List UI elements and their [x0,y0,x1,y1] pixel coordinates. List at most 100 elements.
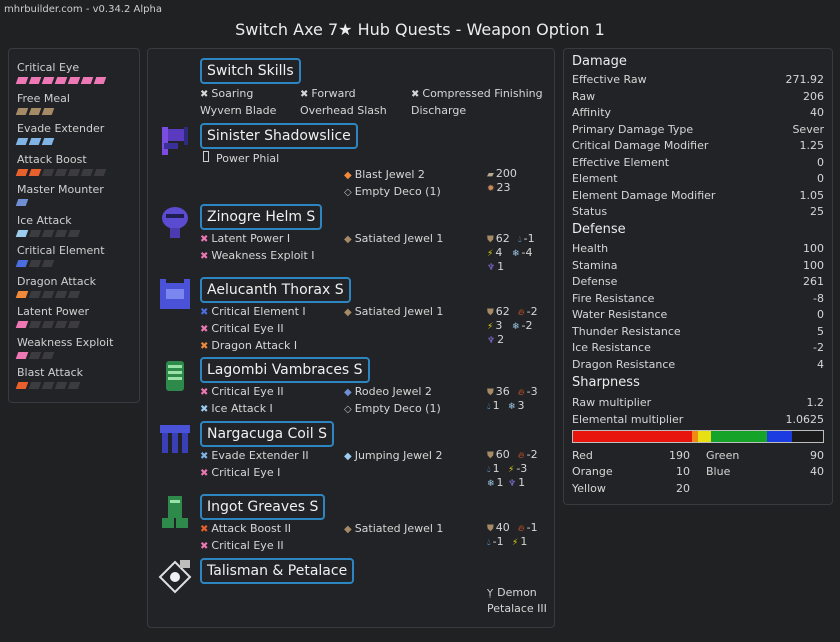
fire-icon: 🔥︎ [518,308,525,318]
skill-name: Master Mounter [17,183,104,196]
weapon-element-stat: ✹ 23 [487,181,511,194]
defense-stat-row: Defense 261 [572,275,824,288]
skill-entry[interactable]: Critical Element [15,244,105,267]
vambraces-deco-2[interactable]: ◇ Empty Deco (1) [344,402,441,415]
coil-title[interactable]: Nargacuga Coil S [200,421,334,447]
vambraces-skill-1: ✖ Critical Eye II [200,385,284,398]
talisman-title[interactable]: Talisman & Petalace [200,558,355,584]
sharpness-yellow: Yellow 20 [572,482,690,495]
version-label: mhrbuilder.com - v0.34.2 Alpha [4,4,162,15]
skill-entry[interactable]: Blast Attack [15,366,83,389]
coil-skill-2: ✖ Critical Eye I [200,466,281,479]
level-pip-filled [80,77,94,84]
thorax-deco-1[interactable]: ◆ Satiated Jewel 1 [344,305,443,318]
skill-entry[interactable]: Master Mounter [15,183,104,206]
arms-icon [166,361,184,391]
level-pip-filled [28,107,42,115]
weapon-title[interactable]: Sinister Shadowslice [200,123,358,149]
skill-entry[interactable]: Attack Boost [15,152,107,176]
defense-icon: ⛊ [487,451,494,461]
level-pip-empty [28,290,42,298]
switch-axe-icon: ✖ [200,89,209,100]
talisman-icon [158,560,192,594]
helm-title[interactable]: Zinogre Helm S [200,204,323,230]
level-pip-filled [15,260,29,267]
level-pip-empty [41,351,55,359]
helm-skill-1: ✖ Latent Power I [200,232,291,245]
coil-thunder-res: ⚡︎ -3 [508,462,528,475]
vambraces-title[interactable]: Lagombi Vambraces S [200,357,370,383]
level-pip-empty [54,290,68,298]
skill-entry[interactable]: Evade Extender [15,122,104,145]
attack-icon: ▰ [487,170,494,180]
greaves-title[interactable]: Ingot Greaves S [200,494,326,520]
skill-level-pips [15,199,104,206]
greaves-skill-2: ✖ Critical Eye II [200,539,284,552]
thorax-title[interactable]: Aelucanth Thorax S [200,277,351,303]
level-pip-empty [28,382,42,389]
level-pip-empty [41,168,55,176]
sharpness-green: Green 90 [706,449,824,462]
skill-entry[interactable]: Dragon Attack [15,275,96,298]
defense-stat-value: 100 [803,242,824,255]
weapon-phial: Power Phial [203,151,279,165]
coil-deco-1[interactable]: ◆ Jumping Jewel 2 [344,449,442,462]
coil-skill-1: ✖ Evade Extender II [200,449,309,462]
level-pip-empty [41,290,55,298]
defense-heading: Defense [572,222,626,237]
water-icon: 💧︎ [487,538,491,548]
defense-stat-label: Stamina [572,258,618,272]
skill-icon: ✖ [200,524,209,535]
level-pip-empty [54,229,68,237]
skill-entry[interactable]: Weakness Exploit [15,336,113,359]
skill-icon: ✖ [200,387,209,398]
weapon-deco-1[interactable]: ◆ Blast Jewel 2 [344,168,425,181]
thunder-icon: ⚡︎ [487,249,494,259]
damage-stat-row: Status 25 [572,205,824,218]
level-pip-empty [41,229,55,237]
skill-level-pips [15,107,70,115]
skill-level-pips [15,351,113,359]
level-pip-empty [54,382,68,389]
sharpness-segment [573,431,692,442]
sharpness-red: Red 190 [572,449,690,462]
helm-deco-1[interactable]: ◆ Satiated Jewel 1 [344,232,443,245]
damage-stat-label: Element Damage Modifier [572,188,716,202]
skill-level-pips [15,290,96,298]
skill-name: Critical Element [17,244,105,257]
vambraces-ice-res: ❄︎ 3 [508,399,525,412]
skill-level-pips [15,168,107,176]
level-pip-empty [54,321,68,328]
petalace-line1: Ỵ Demon [487,586,537,599]
thorax-skill-1: ✖ Critical Element I [200,305,306,318]
skill-name: Attack Boost [17,152,87,166]
skill-entry[interactable]: Ice Attack [15,214,81,237]
sharpness-stat-row: Elemental multiplier 1.0625 [572,413,824,426]
defense-stat-value: 261 [803,275,824,288]
ice-icon: ❄︎ [487,479,495,489]
coil-fire-res: 🔥︎ -2 [518,448,538,461]
skills-summary-panel: Critical Eye Free Meal Evade Extender Attac… [8,48,140,403]
switch-skills-title[interactable]: Switch Skills [200,58,301,84]
skill-icon: ✖ [200,324,209,335]
greaves-deco-1[interactable]: ◆ Satiated Jewel 1 [344,522,443,535]
ice-icon: ❄︎ [512,249,520,259]
sharpness-bar [572,430,824,443]
defense-stat-row: Health 100 [572,242,824,255]
skill-entry[interactable]: Latent Power [15,305,89,328]
skill-entry[interactable]: Critical Eye [15,61,107,84]
skill-level-pips [15,229,81,237]
skill-level-pips [15,382,83,389]
vambraces-deco-1[interactable]: ◆ Rodeo Jewel 2 [344,385,432,398]
damage-stat-label: Effective Element [572,155,670,169]
defense-stat-row: Water Resistance 0 [572,308,824,321]
switch-skill-2-line2: Overhead Slash [300,104,387,117]
switch-axe-icon: ✖ [300,89,309,100]
damage-stat-label: Effective Raw [572,73,647,86]
level-pip-empty [28,260,42,267]
waist-icon [160,425,190,453]
weapon-deco-2[interactable]: ◇ Empty Deco (1) [344,185,441,198]
skill-entry[interactable]: Free Meal [15,92,70,115]
jewel-icon: ◆ [344,387,352,398]
jewel-icon: ◆ [344,170,352,181]
